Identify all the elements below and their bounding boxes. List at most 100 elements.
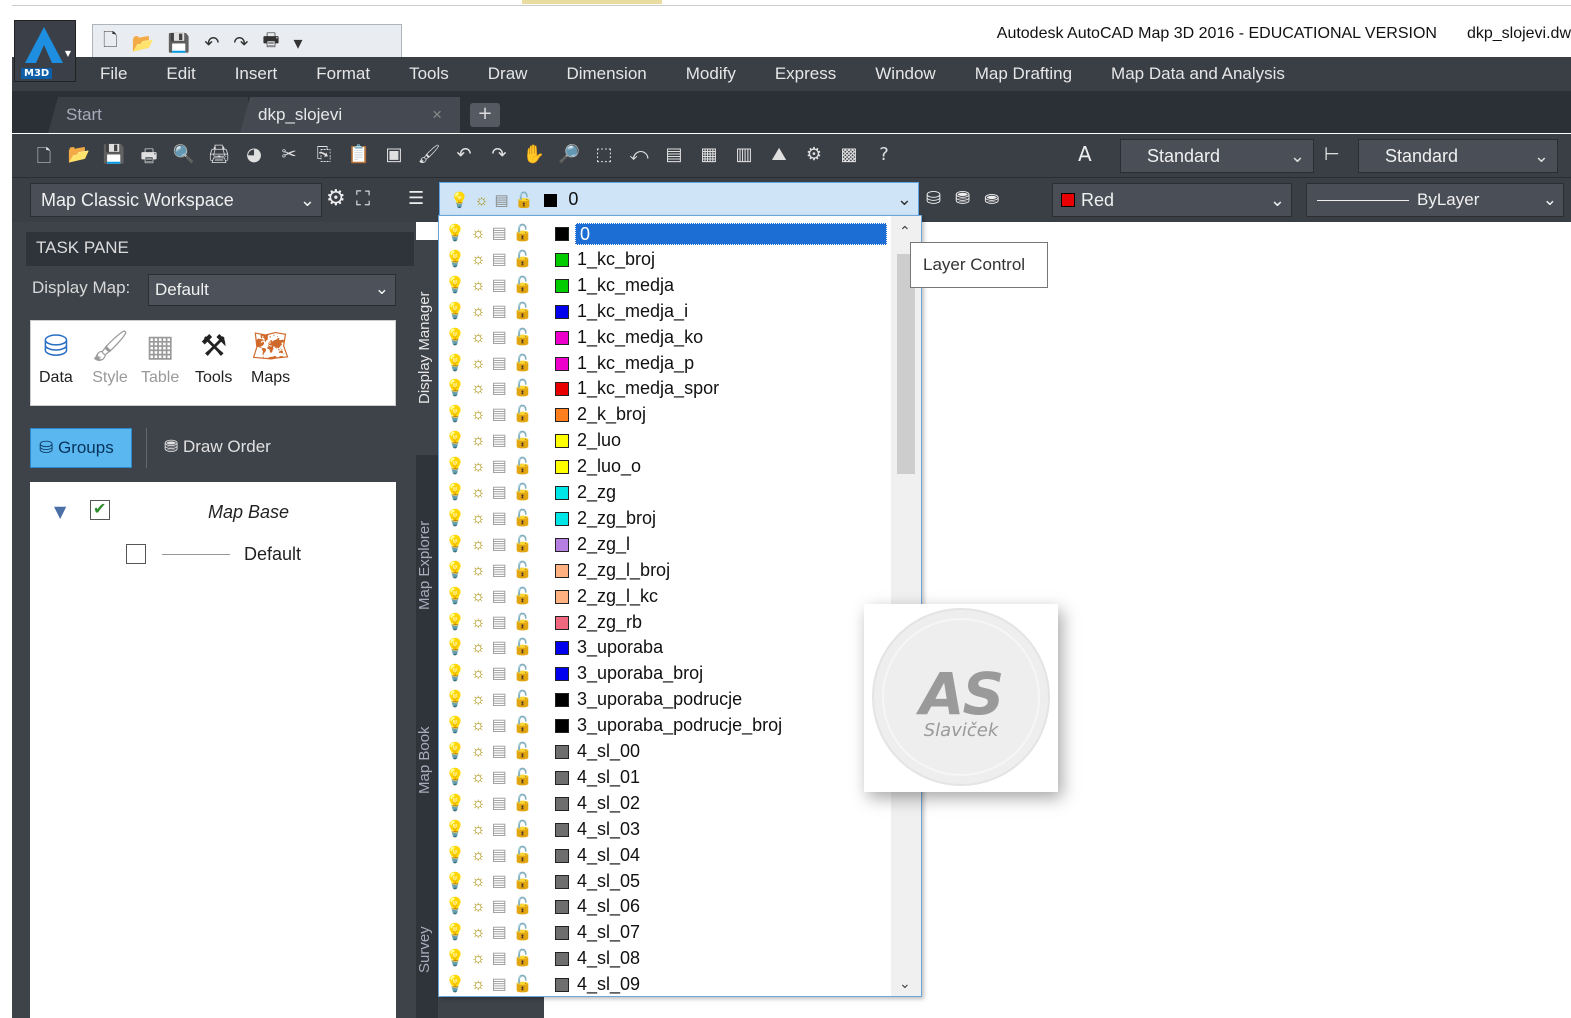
layer-color-swatch[interactable] — [555, 382, 569, 397]
layer-color-swatch[interactable] — [555, 356, 569, 371]
layer-state-icons[interactable]: 💡☼▤🔓 — [445, 327, 539, 347]
menu-item-format[interactable]: Format — [316, 64, 370, 84]
linetype-dropdown[interactable]: ByLayer ⌄ — [1306, 183, 1564, 217]
layer-color-swatch[interactable] — [555, 460, 569, 475]
publish-icon[interactable]: 🖨 — [207, 144, 231, 174]
print-icon[interactable]: 🖶 — [137, 144, 161, 174]
preview-icon[interactable]: 🔍 — [172, 144, 196, 174]
maps-tool-button[interactable]: 🗺 Maps — [251, 329, 290, 387]
layer-color-swatch[interactable] — [555, 278, 569, 293]
layer-row[interactable]: 💡☼▤🔓 2_zg_rb — [439, 609, 891, 635]
layer-state-icons[interactable]: 💡☼▤🔓 — [445, 767, 539, 787]
zoom-icon[interactable]: 🔎 — [557, 144, 581, 174]
menu-item-modify[interactable]: Modify — [686, 64, 736, 84]
tab-dkp-slojevi[interactable]: dkp_slojevi × — [240, 97, 460, 133]
layer-row[interactable]: 💡☼▤🔓 3_uporaba_podrucje — [439, 686, 891, 712]
menu-item-window[interactable]: Window — [875, 64, 935, 84]
layer-state-icons[interactable]: 💡☼▤🔓 — [445, 404, 539, 424]
layer-state-icons[interactable]: 💡☼▤🔓 — [445, 974, 539, 994]
layer-state-icons[interactable]: 💡☼▤🔓 — [445, 948, 539, 968]
layer-row[interactable]: 💡☼▤🔓 4_sl_00 — [439, 738, 891, 764]
menu-item-draw[interactable]: Draw — [488, 64, 528, 84]
layer-color-swatch[interactable] — [555, 486, 569, 500]
layer-dropdown-list[interactable]: ⌃ ⌄ 💡☼▤🔓 0 💡☼▤🔓 1_kc_broj 💡☼▤🔓 1_kc_medja 💡☼▤🔓… — [438, 215, 922, 997]
layer-row[interactable]: 💡☼▤🔓 2_zg_l_broj — [439, 557, 891, 583]
design-center-icon[interactable]: ▦ — [697, 144, 721, 174]
layer-state-icons[interactable]: 💡☼▤🔓 — [445, 534, 539, 554]
layer-row[interactable]: 💡☼▤🔓 2_zg_l — [439, 531, 891, 557]
groups-button[interactable]: ⛁ Groups — [30, 428, 132, 468]
open-file-icon[interactable]: 📂 — [131, 33, 153, 54]
layer-row[interactable]: 💡☼▤🔓 2_zg_l_kc — [439, 583, 891, 609]
plot-icon[interactable]: 🖶 — [263, 28, 280, 58]
layer-color-swatch[interactable] — [555, 926, 569, 941]
layer-row[interactable]: 💡☼▤🔓 1_kc_medja_i — [439, 298, 891, 324]
layer-state-icons[interactable]: 💡☼▤🔓 — [445, 871, 539, 891]
redo-icon[interactable]: ↷ — [233, 33, 248, 54]
open-icon[interactable]: 📂 — [67, 144, 91, 174]
tool-palettes-icon[interactable]: ▥ — [732, 144, 756, 174]
layer-row[interactable]: 💡☼▤🔓 2_zg_broj — [439, 505, 891, 531]
menu-item-insert[interactable]: Insert — [235, 64, 278, 84]
layer-state-icons[interactable]: 💡☼▤🔓 — [445, 741, 539, 761]
layer-color-swatch[interactable] — [555, 511, 569, 526]
layer-row[interactable]: 💡☼▤🔓 4_sl_09 — [439, 971, 891, 996]
save-icon[interactable]: 💾 — [168, 33, 190, 54]
data-tool-button[interactable]: ⛁ Data — [39, 329, 73, 387]
layer-row[interactable]: 💡☼▤🔓 1_kc_medja — [439, 272, 891, 298]
qat-dropdown-icon[interactable]: ▾ — [294, 33, 303, 54]
layer-row[interactable]: 💡☼▤🔓 3_uporaba_broj — [439, 660, 891, 686]
layer-color-swatch[interactable] — [555, 770, 569, 785]
zoom-previous-icon[interactable]: ⤺ — [627, 144, 651, 174]
layer-color-swatch[interactable] — [555, 304, 569, 319]
layer-color-swatch[interactable] — [555, 900, 569, 915]
copy-icon[interactable]: ⎘ — [312, 144, 336, 174]
layer-state-icons[interactable]: 💡☼▤🔓 — [445, 275, 539, 295]
layer-state-icons[interactable]: 💡☼▤🔓 — [445, 456, 539, 476]
workspace-settings-icon[interactable]: ⛶ — [356, 186, 370, 210]
undo-icon[interactable]: ↶ — [204, 33, 219, 54]
layer-color-swatch[interactable] — [555, 563, 569, 578]
layer-state-icons[interactable]: 💡☼▤🔓 — [445, 896, 539, 916]
layer-state-icons[interactable]: 💡☼▤🔓 — [445, 378, 539, 398]
close-icon[interactable]: × — [432, 105, 442, 125]
tree-group-map-base[interactable]: Map Base — [208, 502, 289, 523]
tab-survey[interactable]: Survey — [416, 910, 438, 990]
tab-display-manager[interactable]: Display Manager — [416, 240, 438, 455]
layer-color-swatch[interactable] — [555, 227, 569, 241]
tree-layer-default[interactable]: Default — [244, 544, 301, 565]
layer-row[interactable]: 💡☼▤🔓 2_luo_o — [439, 453, 891, 479]
match-icon[interactable]: ▣ — [382, 144, 406, 174]
layer-state-icons[interactable]: 💡☼▤🔓 — [445, 586, 539, 606]
text-style-dropdown[interactable]: Standard ⌄ — [1120, 139, 1314, 173]
layer-state-icons[interactable]: 💡☼▤🔓 — [445, 819, 539, 839]
new-icon[interactable]: 🗋 — [32, 144, 56, 174]
layer-state-icons[interactable]: 💡☼▤🔓 — [445, 249, 539, 269]
layer-row[interactable]: 💡☼▤🔓 3_uporaba — [439, 634, 891, 660]
calculator-icon[interactable]: ▩ — [837, 144, 861, 174]
chevron-down-icon[interactable]: ⌄ — [899, 976, 911, 992]
menu-item-map-data-and-analysis[interactable]: Map Data and Analysis — [1111, 64, 1285, 84]
menu-item-map-drafting[interactable]: Map Drafting — [975, 64, 1072, 84]
layer-color-swatch[interactable] — [555, 667, 569, 682]
make-current-icon[interactable]: ⛁ — [926, 188, 941, 209]
dim-style-dropdown[interactable]: Standard ⌄ — [1358, 139, 1558, 173]
layer-row[interactable]: 💡☼▤🔓 1_kc_medja_ko — [439, 324, 891, 350]
layer-color-swatch[interactable] — [555, 408, 569, 423]
layer-color-swatch[interactable] — [555, 330, 569, 345]
help-icon[interactable]: ? — [872, 144, 896, 174]
display-map-select[interactable]: Default ⌄ — [148, 274, 396, 306]
color-dropdown[interactable]: Red ⌄ — [1052, 183, 1292, 217]
layer-row[interactable]: 💡☼▤🔓 4_sl_07 — [439, 919, 891, 945]
layer-color-swatch[interactable] — [555, 641, 569, 656]
table-tool-button[interactable]: ▦ Table — [141, 329, 179, 387]
render-icon[interactable]: ◕ — [242, 144, 266, 174]
layer-state-icons[interactable]: 💡☼▤🔓 — [445, 301, 539, 321]
layer-properties-icon[interactable]: ☰ — [408, 188, 424, 209]
layer-row[interactable]: 💡☼▤🔓 2_luo — [439, 427, 891, 453]
menu-item-file[interactable]: File — [100, 64, 127, 84]
properties-icon[interactable]: ▤ — [662, 144, 686, 174]
chevron-up-icon[interactable]: ⌃ — [899, 224, 911, 240]
cut-icon[interactable]: ✂ — [277, 144, 301, 174]
markup-icon[interactable]: ⚙ — [802, 144, 826, 174]
